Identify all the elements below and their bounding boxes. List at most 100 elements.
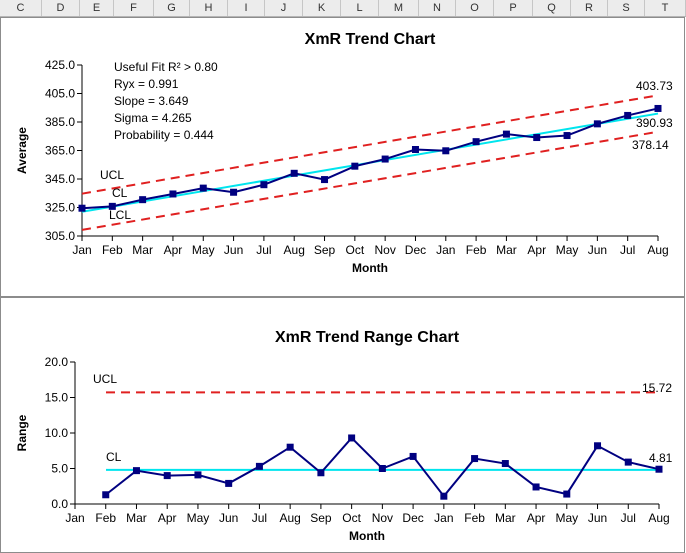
x-tick-label: Aug bbox=[648, 511, 669, 525]
data-point-marker bbox=[655, 465, 663, 473]
x-tick-label: Jun bbox=[219, 511, 238, 525]
data-point-marker bbox=[225, 479, 233, 487]
column-header-j[interactable]: J bbox=[265, 0, 303, 16]
y-axis-label: Average bbox=[15, 127, 29, 174]
line-end-value: 390.93 bbox=[636, 116, 673, 130]
data-point-marker bbox=[381, 155, 389, 163]
x-tick-label: Jan bbox=[72, 243, 91, 257]
y-tick-label: 425.0 bbox=[45, 58, 75, 72]
x-tick-label: Mar bbox=[495, 511, 516, 525]
data-point-marker bbox=[132, 467, 140, 475]
xmr-trend-range-chart[interactable]: XmR Trend Range Chart20.015.010.05.00.0J… bbox=[0, 297, 686, 553]
data-point-marker bbox=[194, 471, 202, 479]
data-point-marker bbox=[351, 162, 359, 170]
line-end-value: 4.81 bbox=[649, 451, 673, 465]
y-tick-label: 385.0 bbox=[45, 115, 75, 129]
control-line-label-cl: CL bbox=[106, 450, 122, 464]
x-tick-label: Jul bbox=[256, 243, 271, 257]
x-tick-label: Feb bbox=[102, 243, 123, 257]
data-point-marker bbox=[286, 443, 294, 451]
x-tick-label: Jan bbox=[65, 511, 84, 525]
data-point-marker bbox=[139, 196, 147, 204]
column-header-g[interactable]: G bbox=[154, 0, 190, 16]
column-header-f[interactable]: F bbox=[114, 0, 154, 16]
column-header-m[interactable]: M bbox=[379, 0, 419, 16]
x-tick-label: Oct bbox=[346, 243, 365, 257]
column-header-l[interactable]: L bbox=[341, 0, 379, 16]
column-header-i[interactable]: I bbox=[228, 0, 265, 16]
data-point-marker bbox=[409, 452, 417, 460]
chart-title: XmR Trend Chart bbox=[305, 31, 436, 48]
column-header-e[interactable]: E bbox=[80, 0, 114, 16]
data-point-marker bbox=[502, 130, 510, 138]
x-tick-label: Feb bbox=[464, 511, 485, 525]
y-tick-label: 15.0 bbox=[45, 391, 69, 405]
column-header-c[interactable]: C bbox=[0, 0, 42, 16]
column-header-t[interactable]: T bbox=[645, 0, 686, 16]
column-header-r[interactable]: R bbox=[571, 0, 608, 16]
x-tick-label: May bbox=[555, 511, 578, 525]
control-line-label-lcl: LCL bbox=[109, 208, 131, 222]
data-point-marker bbox=[348, 434, 356, 442]
x-tick-label: Jul bbox=[252, 511, 267, 525]
x-tick-label: Mar bbox=[132, 243, 153, 257]
x-tick-label: Aug bbox=[279, 511, 300, 525]
x-tick-label: Jan bbox=[434, 511, 453, 525]
column-header-q[interactable]: Q bbox=[533, 0, 571, 16]
data-point-marker bbox=[78, 204, 86, 212]
x-tick-label: Aug bbox=[284, 243, 305, 257]
x-tick-label: Sep bbox=[310, 511, 332, 525]
x-tick-label: Jan bbox=[436, 243, 455, 257]
column-header-s[interactable]: S bbox=[608, 0, 645, 16]
x-tick-label: Dec bbox=[405, 243, 426, 257]
column-header-bar: CDEFGHIJKLMNOPQRST bbox=[0, 0, 686, 17]
y-tick-label: 325.0 bbox=[45, 201, 75, 215]
y-tick-label: 345.0 bbox=[45, 172, 75, 186]
data-point-marker bbox=[442, 147, 450, 155]
column-header-k[interactable]: K bbox=[303, 0, 341, 16]
column-header-d[interactable]: D bbox=[42, 0, 80, 16]
y-tick-label: 405.0 bbox=[45, 87, 75, 101]
x-tick-label: Mar bbox=[126, 511, 147, 525]
x-axis-label: Month bbox=[352, 261, 388, 275]
data-point-marker bbox=[593, 120, 601, 128]
line-end-value: 15.72 bbox=[642, 381, 672, 395]
data-point-marker bbox=[594, 442, 602, 450]
data-point-marker bbox=[255, 462, 263, 470]
data-point-marker bbox=[199, 184, 207, 192]
column-header-o[interactable]: O bbox=[456, 0, 494, 16]
y-axis-label: Range bbox=[15, 414, 29, 451]
y-tick-label: 365.0 bbox=[45, 144, 75, 158]
x-tick-label: Dec bbox=[402, 511, 423, 525]
x-tick-label: Sep bbox=[314, 243, 336, 257]
line-end-value: 378.14 bbox=[632, 138, 669, 152]
data-point-marker bbox=[532, 483, 540, 491]
column-header-n[interactable]: N bbox=[419, 0, 456, 16]
y-tick-label: 0.0 bbox=[51, 497, 68, 511]
data-point-marker bbox=[317, 469, 325, 477]
data-point-marker bbox=[654, 104, 662, 112]
x-tick-label: May bbox=[187, 511, 210, 525]
x-tick-label: Aug bbox=[647, 243, 668, 257]
data-point-marker bbox=[169, 190, 177, 198]
data-point-marker bbox=[624, 111, 632, 119]
stats-annotation: Probability = 0.444 bbox=[114, 128, 214, 142]
x-tick-label: Nov bbox=[374, 243, 395, 257]
stats-annotation: Useful Fit R² > 0.80 bbox=[114, 60, 218, 74]
stats-annotation: Sigma = 4.265 bbox=[114, 111, 192, 125]
x-tick-label: Jun bbox=[224, 243, 243, 257]
data-point-marker bbox=[411, 146, 419, 154]
column-header-h[interactable]: H bbox=[190, 0, 228, 16]
data-point-marker bbox=[378, 465, 386, 472]
data-point-marker bbox=[471, 455, 479, 463]
control-line-label-ucl: UCL bbox=[100, 168, 124, 182]
data-point-marker bbox=[533, 134, 541, 142]
stats-annotation: Slope = 3.649 bbox=[114, 94, 189, 108]
column-header-p[interactable]: P bbox=[494, 0, 533, 16]
data-point-marker bbox=[440, 492, 448, 500]
xmr-trend-chart[interactable]: XmR Trend Chart 425.0 405.0 385.0 365.0 345.0… bbox=[0, 17, 686, 297]
x-tick-label: Jun bbox=[588, 511, 607, 525]
x-tick-label: Apr bbox=[164, 243, 183, 257]
y-tick-label: 305.0 bbox=[45, 229, 75, 243]
y-tick-label: 10.0 bbox=[45, 426, 69, 440]
